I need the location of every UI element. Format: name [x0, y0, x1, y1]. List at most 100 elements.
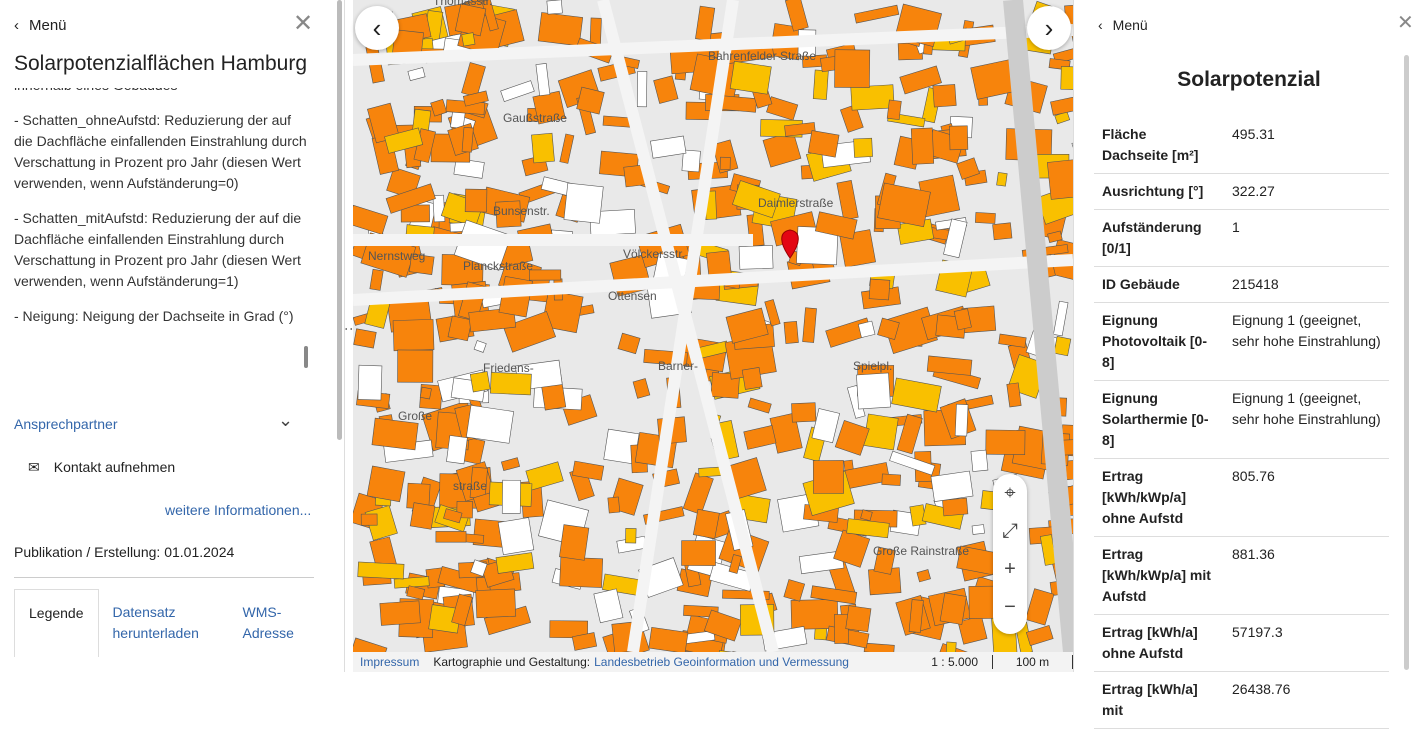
building [939, 592, 967, 625]
impressum-link[interactable]: Impressum [360, 655, 419, 669]
attr-value: 322.27 [1224, 173, 1389, 210]
building [996, 172, 1008, 187]
building [812, 460, 844, 494]
panel-scrollbar[interactable] [337, 0, 342, 440]
street-label: Große [398, 409, 432, 423]
desc-text: - Schatten_mitAufstd: Reduzierung der au… [14, 210, 302, 289]
building [447, 315, 473, 342]
building [632, 378, 651, 399]
building [910, 127, 935, 165]
close-icon[interactable]: ✕ [1397, 10, 1414, 35]
attr-key: Aufständerung [0/1] [1094, 209, 1224, 267]
chevron-down-icon[interactable]: ⌄ [278, 410, 293, 431]
building [500, 457, 521, 472]
menu-back-button[interactable]: ‹ Menü [1098, 17, 1148, 33]
building [369, 268, 384, 291]
building [1060, 66, 1073, 91]
building [500, 80, 535, 102]
building [971, 524, 985, 535]
building [738, 245, 774, 270]
previous-button[interactable]: ‹ [355, 6, 399, 50]
building [970, 449, 989, 472]
street-label: Gaußstraße [503, 111, 567, 125]
building [475, 588, 517, 619]
building [461, 32, 476, 47]
building [845, 605, 872, 633]
building [1025, 588, 1055, 626]
contact-label: Kontakt aufnehmen [53, 459, 176, 475]
map-controls: ⌖ ⤢ + − [993, 474, 1027, 634]
table-row: Eignung Solarthermie [0-8] Eignung 1 (gee… [1094, 380, 1389, 459]
building [419, 386, 432, 400]
close-icon[interactable]: ✕ [293, 9, 313, 38]
fullscreen-icon[interactable]: ⤢ [993, 512, 1027, 550]
description: innerhalb eines Gebäudes - Schatten_ohne… [14, 88, 309, 373]
right-panel: ‹ Menü ✕ Solarpotenzial Fläche Dachseite … [1073, 0, 1423, 729]
map-footer: Impressum Kartographie und Gestaltung: L… [353, 652, 1073, 672]
street-label: straße [453, 479, 487, 493]
menu-label: Menü [1112, 17, 1148, 33]
menu-back-button[interactable]: ‹ Menü [14, 17, 67, 34]
building [625, 528, 637, 544]
contact-button[interactable]: ✉ Kontakt aufnehmen [28, 459, 175, 476]
divider [14, 577, 314, 578]
building [692, 508, 720, 539]
attr-key: Ertrag [kWh/kWp/a] mit Aufstd [1094, 536, 1224, 615]
building [466, 404, 515, 444]
building [791, 402, 817, 423]
building [495, 552, 535, 574]
attr-value: 495.31 [1224, 117, 1389, 174]
attr-value: 215418 [1224, 266, 1389, 303]
building [529, 269, 562, 281]
zoom-out-button[interactable]: − [993, 588, 1027, 626]
building [397, 349, 434, 383]
attr-key: Eignung Photovoltaik [0-8] [1094, 302, 1224, 381]
table-row: Eignung Photovoltaik [0-8] Eignung 1 (gee… [1094, 302, 1389, 381]
zoom-in-button[interactable]: + [993, 550, 1027, 588]
building [473, 340, 487, 353]
attr-key: Ertrag [kWh/a] ohne Aufstd [1094, 614, 1224, 672]
building [944, 641, 957, 652]
contact-header[interactable]: Ansprechpartner [14, 416, 118, 432]
panel-scrollbar[interactable] [1404, 55, 1409, 670]
table-row: Aufständerung [0/1] 1 [1094, 209, 1389, 267]
description-scrollbar[interactable] [304, 346, 308, 368]
building [881, 473, 902, 486]
building [357, 364, 383, 401]
building [783, 579, 806, 602]
building [807, 130, 840, 158]
locate-icon[interactable]: ⌖ [993, 474, 1027, 512]
building [811, 408, 840, 444]
building [790, 599, 839, 630]
building [868, 278, 891, 301]
building [537, 12, 584, 47]
tab-wms[interactable]: WMS-Adresse [229, 589, 309, 657]
map[interactable]: Gaußstraße Bahrenfelder Straße Bunsenstr. P… [353, 0, 1073, 652]
attr-key: ID Gebäude [1094, 266, 1224, 303]
building [461, 126, 474, 153]
next-button[interactable]: › [1027, 6, 1071, 50]
building [653, 75, 679, 104]
building [497, 517, 535, 556]
building [446, 435, 468, 465]
attr-key: Eignung Solarthermie [0-8] [1094, 380, 1224, 459]
table-row: Ertrag [kWh/kWp/a] mit Aufstd 881.36 [1094, 536, 1389, 615]
scale: 1 : 5.000 [931, 655, 993, 669]
building [535, 63, 551, 97]
attr-value: Eignung 1 (geeignet, sehr hohe Einstrahl… [1224, 380, 1389, 459]
table-row: Fläche Dachseite [m²] 495.31 [1094, 117, 1389, 174]
table-row: ID Gebäude 215418 [1094, 266, 1389, 303]
attr-value: 881.36 [1224, 536, 1389, 615]
agency-link[interactable]: Landesbetrieb Geoinformation und Vermess… [594, 655, 849, 669]
attr-key: Ertrag [kWh/kWp/a] ohne Aufstd [1094, 458, 1224, 537]
building [681, 540, 716, 566]
more-info-link[interactable]: weitere Informationen... [165, 502, 311, 518]
street-label: Daimlerstraße [758, 196, 834, 210]
building [930, 470, 974, 502]
building [559, 556, 604, 588]
tab-download[interactable]: Datensatz herunterladen [99, 589, 229, 657]
building [802, 307, 817, 343]
street-label: Bahrenfelder Straße [708, 49, 816, 63]
tab-legend[interactable]: Legende [14, 589, 99, 657]
map-canvas[interactable]: Gaußstraße Bahrenfelder Straße Bunsenstr. P… [353, 0, 1073, 652]
